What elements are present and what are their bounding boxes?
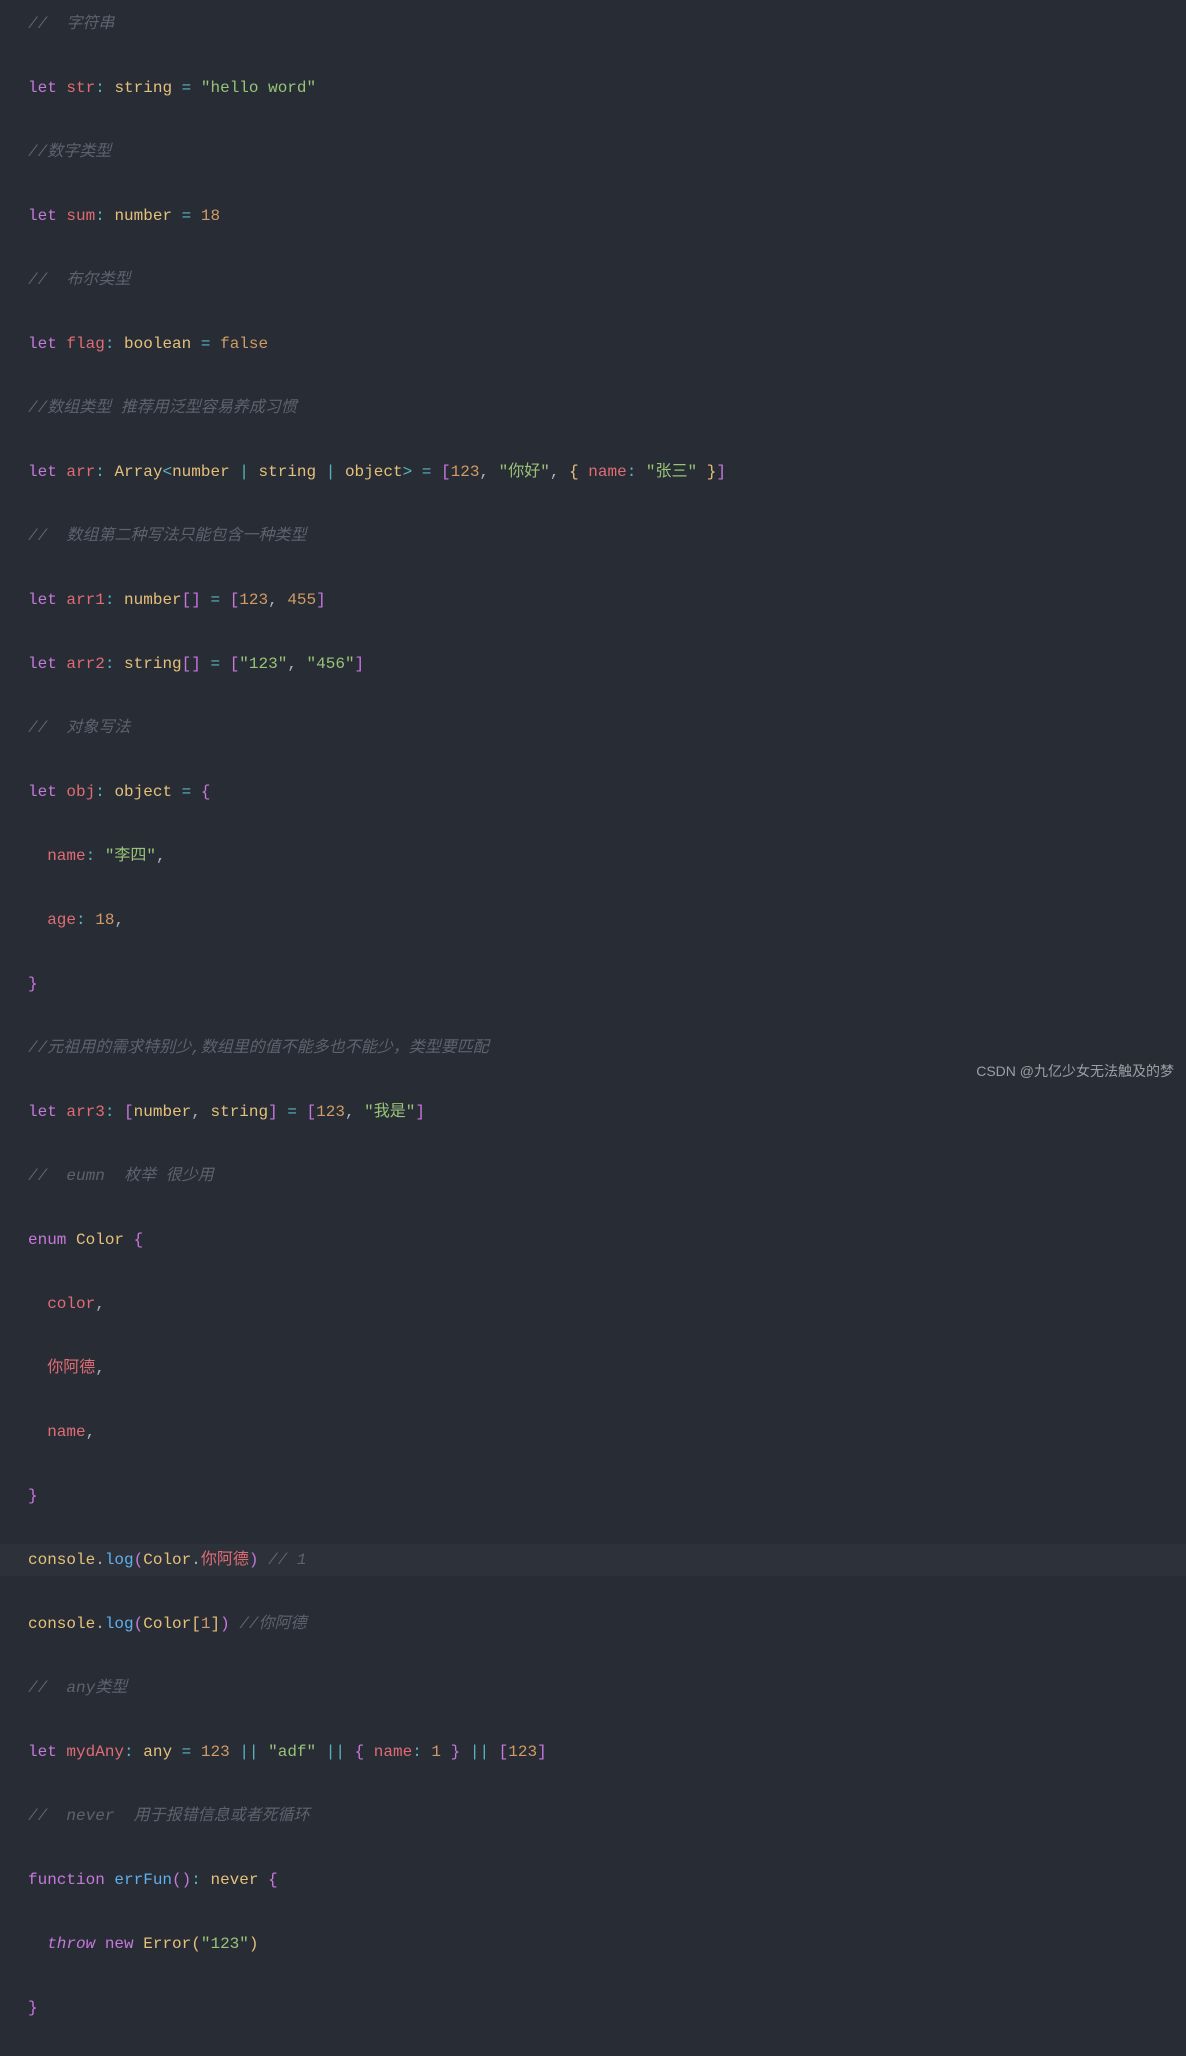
code-line: enum Color { <box>28 1224 1186 1256</box>
code-line: let mydAny: any = 123 || "adf" || { name… <box>28 1736 1186 1768</box>
code-line: let arr: Array<number | string | object>… <box>28 456 1186 488</box>
code-line: } <box>28 1992 1186 2024</box>
code-line: } <box>28 1480 1186 1512</box>
code-line: throw new Error("123") <box>28 1928 1186 1960</box>
code-line-highlighted: console.log(Color.你阿德) // 1 <box>0 1544 1186 1576</box>
code-line: // never 用于报错信息或者死循环 <box>28 1800 1186 1832</box>
code-line: } <box>28 968 1186 1000</box>
code-line: name, <box>28 1416 1186 1448</box>
code-line: let arr2: string[] = ["123", "456"] <box>28 648 1186 680</box>
code-line: age: 18, <box>28 904 1186 936</box>
code-line: function errFun(): never { <box>28 1864 1186 1896</box>
code-line: name: "李四", <box>28 840 1186 872</box>
code-line: let str: string = "hello word" <box>28 72 1186 104</box>
code-line: let sum: number = 18 <box>28 200 1186 232</box>
code-line: // 对象写法 <box>28 712 1186 744</box>
code-line: //数组类型 推荐用泛型容易养成习惯 <box>28 392 1186 424</box>
code-editor: // 字符串 let str: string = "hello word" //… <box>28 8 1186 2056</box>
code-line: let obj: object = { <box>28 776 1186 808</box>
code-line: // 字符串 <box>28 8 1186 40</box>
code-line: //数字类型 <box>28 136 1186 168</box>
code-line: // eumn 枚举 很少用 <box>28 1160 1186 1192</box>
code-line: let arr1: number[] = [123, 455] <box>28 584 1186 616</box>
code-line: // 布尔类型 <box>28 264 1186 296</box>
code-line: color, <box>28 1288 1186 1320</box>
code-line: console.log(Color[1]) //你阿德 <box>28 1608 1186 1640</box>
watermark: CSDN @九亿少女无法触及的梦 <box>976 1055 1174 1087</box>
code-line: // 数组第二种写法只能包含一种类型 <box>28 520 1186 552</box>
code-line: let flag: boolean = false <box>28 328 1186 360</box>
code-line: // any类型 <box>28 1672 1186 1704</box>
code-line: let arr3: [number, string] = [123, "我是"] <box>28 1096 1186 1128</box>
code-line: 你阿德, <box>28 1352 1186 1384</box>
